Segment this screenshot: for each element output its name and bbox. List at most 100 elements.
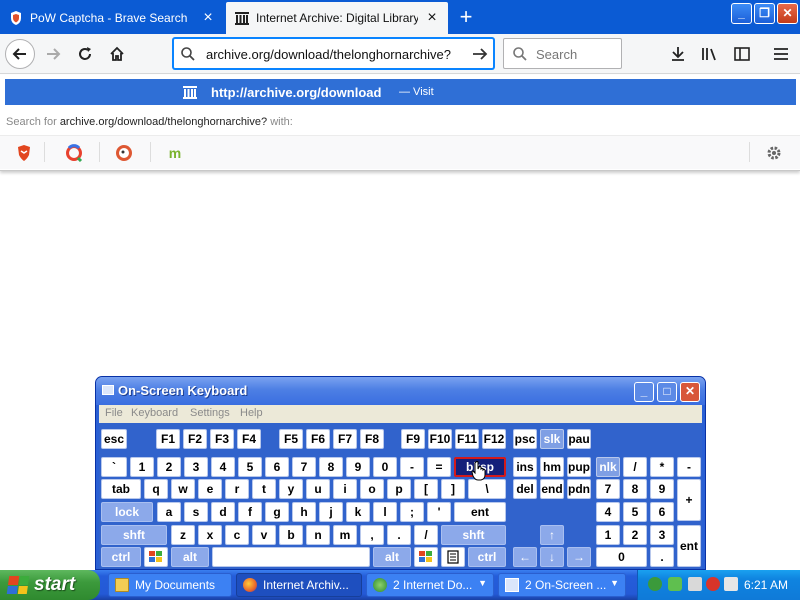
safely-remove-icon[interactable] [668,577,682,591]
key-space[interactable] [212,547,370,567]
key-comma[interactable]: , [360,525,384,545]
key-num-enter[interactable]: ent [677,525,701,567]
key-equals[interactable]: = [427,457,451,477]
key-open-bracket[interactable]: [ [414,479,438,499]
key-v[interactable]: v [252,525,276,545]
key-b[interactable]: b [279,525,303,545]
key-f2[interactable]: F2 [183,429,207,449]
forward-arrow-icon[interactable] [38,39,68,69]
key-arrow-right[interactable]: → [567,547,591,567]
key-m[interactable]: m [333,525,357,545]
key-f10[interactable]: F10 [428,429,452,449]
key-backtick[interactable]: ` [101,457,127,477]
key-e[interactable]: e [198,479,222,499]
display-icon[interactable] [724,577,738,591]
start-button[interactable]: start [0,570,100,600]
key-q[interactable]: q [144,479,168,499]
minimize-window-icon[interactable]: _ [634,382,654,402]
key-c[interactable]: c [225,525,249,545]
key-j[interactable]: j [319,502,343,522]
key-2[interactable]: 2 [157,457,181,477]
search-box[interactable]: Search [503,38,622,69]
restore-window-icon[interactable]: ❐ [754,3,775,24]
home-icon[interactable] [102,39,132,69]
key-f11[interactable]: F11 [455,429,479,449]
key-9[interactable]: 9 [346,457,370,477]
network-icon[interactable] [648,577,662,591]
taskbar-item-my-documents[interactable]: My Documents [108,573,232,597]
url-text[interactable]: archive.org/download/thelonghornarchive? [206,47,466,62]
key-g[interactable]: g [265,502,289,522]
key-num-8[interactable]: 8 [623,479,647,499]
key-num-7[interactable]: 7 [596,479,620,499]
tab-brave-search[interactable]: PoW Captcha - Brave Search × [0,2,224,34]
key-f6[interactable]: F6 [306,429,330,449]
key-o[interactable]: o [360,479,384,499]
key-left-shift[interactable]: shft [101,525,167,545]
key-s[interactable]: s [184,502,208,522]
key-quote[interactable]: ' [427,502,451,522]
maximize-window-icon[interactable]: □ [657,382,677,402]
key-t[interactable]: t [252,479,276,499]
key-w[interactable]: w [171,479,195,499]
security-alert-icon[interactable] [706,577,720,591]
back-arrow-icon[interactable] [5,39,35,69]
qwant-icon[interactable] [64,143,84,163]
key-backslash[interactable]: \ [468,479,506,499]
key-left-alt[interactable]: alt [171,547,209,567]
key-num-3[interactable]: 3 [650,525,674,545]
key-psc[interactable]: psc [513,429,537,449]
new-tab-plus-icon[interactable]: + [452,4,480,32]
duckduckgo-icon[interactable] [114,143,134,163]
key-num-plus[interactable]: + [677,479,701,521]
key-8[interactable]: 8 [319,457,343,477]
key-num-9[interactable]: 9 [650,479,674,499]
key-pdn[interactable]: pdn [567,479,591,499]
windows-logo-icon[interactable] [414,547,438,567]
title-bar[interactable]: On-Screen Keyboard _ □ ✕ [96,377,705,405]
key-y[interactable]: y [279,479,303,499]
key-r[interactable]: r [225,479,249,499]
key-pau[interactable]: pau [567,429,591,449]
key-nlk[interactable]: nlk [596,457,620,477]
brave-icon[interactable] [14,143,34,163]
taskbar-item-internet-explorer-group[interactable]: 2 Internet Do... ▼ [366,573,494,597]
sidebar-icon[interactable] [731,44,753,64]
context-menu-icon[interactable] [441,547,465,567]
close-window-icon[interactable]: ✕ [680,382,700,402]
suggestion-row-visit[interactable]: http://archive.org/download — Visit [5,79,796,105]
key-num-0[interactable]: 0 [596,547,647,567]
key-f4[interactable]: F4 [237,429,261,449]
key-end[interactable]: end [540,479,564,499]
key-z[interactable]: z [171,525,195,545]
taskbar-item-on-screen-keyboard-group[interactable]: 2 On-Screen ... ▼ [498,573,626,597]
key-arrow-up[interactable]: ↑ [540,525,564,545]
key-5[interactable]: 5 [238,457,262,477]
download-icon[interactable] [667,44,689,64]
key-num-1[interactable]: 1 [596,525,620,545]
library-icon[interactable] [699,44,721,64]
url-bar[interactable]: archive.org/download/thelonghornarchive? [173,38,494,69]
key-d[interactable]: d [211,502,235,522]
hamburger-menu-icon[interactable] [770,44,792,64]
close-window-icon[interactable]: ✕ [777,3,798,24]
key-right-alt[interactable]: alt [373,547,411,567]
key-k[interactable]: k [346,502,370,522]
minimize-window-icon[interactable]: _ [731,3,752,24]
key-num-4[interactable]: 4 [596,502,620,522]
mojeek-icon[interactable]: m [165,143,185,163]
menu-file[interactable]: File [105,407,123,419]
key-f[interactable]: f [238,502,262,522]
key-hm[interactable]: hm [540,457,564,477]
menu-help[interactable]: Help [240,407,263,419]
menu-settings[interactable]: Settings [190,407,230,419]
key-num-2[interactable]: 2 [623,525,647,545]
key-l[interactable]: l [373,502,397,522]
reload-icon[interactable] [70,39,100,69]
key-minus[interactable]: - [400,457,424,477]
key-esc[interactable]: esc [101,429,127,449]
key-6[interactable]: 6 [265,457,289,477]
key-slk[interactable]: slk [540,429,564,449]
key-7[interactable]: 7 [292,457,316,477]
key-num-multiply[interactable]: * [650,457,674,477]
